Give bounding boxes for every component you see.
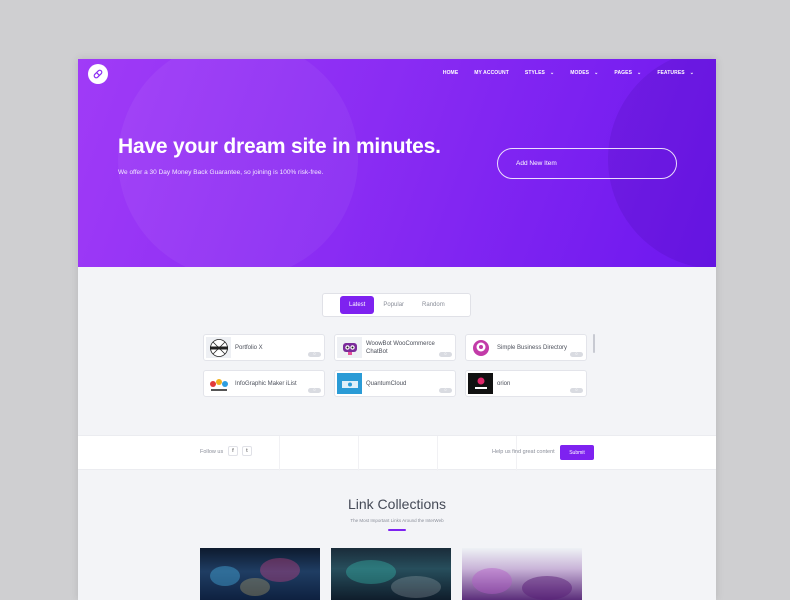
item-name: QuantumCloud	[366, 380, 407, 387]
item-card[interactable]: Portfolio X 0	[203, 334, 325, 361]
item-badge: 0	[570, 388, 583, 393]
item-name: Simple Business Directory	[497, 344, 568, 351]
nav-item-label: MY ACCOUNT	[474, 70, 509, 76]
item-thumbnail	[337, 373, 362, 394]
chevron-down-icon: ⌄	[594, 70, 599, 76]
facebook-icon[interactable]: f	[228, 446, 238, 456]
twitter-icon[interactable]: t	[242, 446, 252, 456]
nav-item-my-account[interactable]: MY ACCOUNT	[466, 70, 517, 76]
title-underline	[388, 529, 406, 531]
item-badge: 0	[439, 352, 452, 357]
decorative-circle	[118, 59, 358, 267]
follow-bar: Follow us f t Help us find great content…	[78, 435, 716, 471]
section-subtitle: The Most Important Links Around the Inte…	[350, 518, 444, 523]
collection-image[interactable]	[200, 548, 320, 600]
hero-subtitle: We offer a 30 Day Money Back Guarantee, …	[118, 169, 324, 176]
item-thumbnail	[468, 373, 493, 394]
follow-label: Follow us	[200, 449, 224, 455]
item-badge: 0	[570, 352, 583, 357]
logo-icon[interactable]	[88, 64, 108, 84]
chevron-down-icon: ⌄	[689, 70, 694, 76]
nav-item-pages[interactable]: PAGES ⌄	[606, 70, 649, 76]
nav-item-label: STYLES	[524, 70, 545, 76]
item-thumbnail	[206, 337, 231, 358]
hero-title: Have your dream site in minutes.	[118, 135, 441, 158]
main-nav: HOME MY ACCOUNT STYLES ⌄ MODES ⌄ PAGES ⌄ FE…	[435, 70, 702, 76]
nav-item-styles[interactable]: STYLES ⌄	[517, 70, 562, 76]
add-new-item-button[interactable]: Add New Item	[497, 148, 677, 179]
item-card[interactable]: QuantumCloud 0	[334, 370, 456, 397]
nav-item-modes[interactable]: MODES ⌄	[562, 70, 606, 76]
nav-item-label: MODES	[570, 70, 590, 76]
item-badge: 0	[308, 388, 321, 393]
item-thumbnail	[468, 337, 493, 358]
nav-item-home[interactable]: HOME	[435, 70, 466, 76]
listing-tabs: Latest Popular Random	[322, 293, 471, 317]
hero-section: HOME MY ACCOUNT STYLES ⌄ MODES ⌄ PAGES ⌄ FE…	[78, 59, 716, 267]
nav-item-label: HOME	[442, 70, 459, 76]
submit-button[interactable]: Submit	[560, 445, 594, 460]
page: HOME MY ACCOUNT STYLES ⌄ MODES ⌄ PAGES ⌄ FE…	[78, 59, 716, 600]
item-card[interactable]: WoowBot WooCommerce ChatBot 0	[334, 334, 456, 361]
tab-latest[interactable]: Latest	[340, 296, 375, 314]
item-card[interactable]: orion 0	[465, 370, 587, 397]
item-name: InfoGraphic Maker iList	[235, 380, 297, 387]
item-name: WoowBot WooCommerce ChatBot	[366, 340, 435, 355]
item-badge: 0	[439, 388, 452, 393]
item-card[interactable]: Simple Business Directory 0	[465, 334, 587, 361]
chevron-down-icon: ⌄	[637, 70, 642, 76]
divider	[358, 436, 359, 471]
item-badge: 0	[308, 352, 321, 357]
divider	[279, 436, 280, 471]
collection-image[interactable]	[462, 548, 582, 600]
item-card[interactable]: InfoGraphic Maker iList 0	[203, 370, 325, 397]
help-text: Help us find great content	[492, 449, 555, 455]
divider	[437, 436, 438, 471]
item-thumbnail	[206, 373, 231, 394]
item-name: Portfolio X	[235, 344, 263, 351]
tab-random[interactable]: Random	[413, 296, 454, 314]
item-name: orion	[497, 380, 511, 387]
section-title: Link Collections	[347, 496, 447, 512]
chevron-down-icon: ⌄	[549, 70, 555, 76]
collection-image[interactable]	[331, 548, 451, 600]
nav-item-features[interactable]: FEATURES ⌄	[649, 70, 702, 76]
nav-item-label: FEATURES	[657, 70, 685, 76]
nav-item-label: PAGES	[614, 70, 633, 76]
item-thumbnail	[337, 337, 362, 358]
tab-popular[interactable]: Popular	[374, 296, 413, 314]
list-scrollbar[interactable]	[593, 334, 595, 353]
